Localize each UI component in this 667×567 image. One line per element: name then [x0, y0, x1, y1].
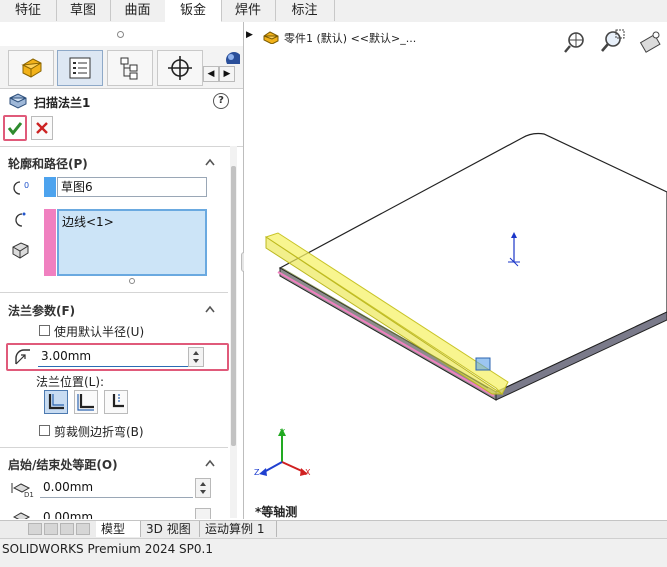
part-icon — [263, 31, 279, 44]
start-offset-icon: D1 — [11, 483, 34, 498]
last-tab-arrow-icon[interactable] — [76, 523, 90, 535]
bottom-tab-strip: 模型 3D 视图 运动算例 1 — [0, 520, 667, 538]
svg-text:0: 0 — [24, 181, 29, 190]
trim-side-bends-checkbox[interactable] — [39, 425, 50, 436]
end-offset-spinner[interactable] — [195, 508, 211, 519]
tab-sheet-metal[interactable]: 钣金 — [165, 0, 222, 22]
start-offset-spinner[interactable] — [195, 478, 211, 498]
tab-weldments[interactable]: 焊件 — [221, 0, 276, 21]
path-icon — [15, 212, 26, 227]
svg-text:D1: D1 — [24, 491, 34, 498]
bend-outside-icon — [112, 394, 124, 408]
end-offset-input[interactable]: 0.00mm — [40, 508, 193, 519]
divider — [0, 146, 243, 147]
dimxpert-icon — [168, 56, 192, 80]
collapse-chevron-icon[interactable] — [205, 157, 215, 167]
previous-view-icon[interactable] — [636, 28, 664, 56]
use-default-radius-checkbox[interactable] — [39, 325, 50, 336]
bend-radius-spinner[interactable] — [188, 347, 204, 367]
resize-handle[interactable] — [129, 278, 135, 284]
end-offset-row: 0.00mm — [0, 505, 230, 519]
material-outside-icon — [77, 394, 94, 411]
ok-button[interactable] — [3, 115, 27, 141]
profile-sketch-marker[interactable] — [475, 357, 491, 371]
divider — [0, 292, 228, 293]
zoom-to-fit-icon[interactable] — [562, 28, 590, 56]
bend-radius-icon — [15, 349, 30, 365]
feature-tree-flyout-label[interactable]: 零件1 (默认) <<默认>_... — [284, 30, 416, 46]
graphics-area[interactable]: ▶ 零件1 (默认) <<默认>_... *等轴测 Y X Z — [244, 22, 667, 519]
model-view[interactable] — [244, 22, 667, 519]
collapse-chevron-icon[interactable] — [205, 458, 215, 468]
position-bend-outside-button[interactable] — [104, 390, 128, 414]
start-offset-input[interactable]: 0.00mm — [40, 478, 193, 498]
tab-scroll-left-button[interactable]: ◀ — [203, 66, 219, 82]
panel-scrollbar-thumb[interactable] — [231, 166, 236, 446]
configuration-manager-icon — [120, 57, 138, 80]
view-orientation-label: *等轴测 — [255, 505, 298, 519]
path-selection-box[interactable]: 边线<1> — [57, 209, 207, 276]
configuration-manager-tab[interactable] — [107, 50, 153, 86]
tab-sketch[interactable]: 草图 — [56, 0, 111, 21]
close-icon — [36, 122, 48, 134]
flange-position-label: 法兰位置(L): — [36, 375, 105, 389]
collapse-chevron-icon[interactable] — [205, 304, 215, 314]
axis-y-label: Y — [280, 428, 285, 437]
expand-tree-arrow-icon[interactable]: ▶ — [246, 30, 256, 40]
first-tab-arrow-icon[interactable] — [28, 523, 42, 535]
status-bar: SOLIDWORKS Premium 2024 SP0.1 — [0, 538, 667, 567]
tab-surfaces[interactable]: 曲面 — [110, 0, 166, 21]
profile-color-swatch — [44, 177, 56, 197]
spinner-arrows-icon — [200, 482, 206, 494]
panel-tab-strip: ◀ ▶ — [0, 46, 243, 89]
tab-features[interactable]: 特征 — [0, 0, 57, 21]
material-inside-icon — [48, 394, 64, 410]
status-text: SOLIDWORKS Premium 2024 SP0.1 — [2, 542, 213, 556]
tab-annotation[interactable]: 标注 — [275, 0, 335, 21]
position-material-outside-button[interactable] — [74, 390, 98, 414]
spinner-arrows-icon — [193, 351, 199, 363]
flange-params-section-title: 法兰参数(F) — [8, 304, 76, 318]
position-material-inside-button[interactable] — [44, 390, 68, 414]
panel-scrollbar[interactable] — [230, 146, 237, 518]
path-color-swatch — [44, 209, 56, 276]
zoom-to-area-icon[interactable] — [598, 28, 626, 56]
check-icon — [7, 122, 23, 135]
profile-icon: 0 — [13, 181, 29, 195]
divider — [0, 447, 228, 448]
offset-section-title: 启始/结束处等距(O) — [8, 458, 118, 472]
trim-side-bends-label: 剪裁侧边折弯(B) — [54, 425, 144, 439]
tab-scroll-right-button[interactable]: ▶ — [219, 66, 235, 82]
profile-selection-box[interactable]: 草图6 — [57, 177, 207, 197]
plate-top-face[interactable] — [278, 132, 667, 393]
path-selection-item[interactable]: 边线<1> — [62, 215, 114, 229]
cancel-button[interactable] — [31, 116, 53, 140]
display-manager-tab[interactable] — [222, 50, 240, 64]
tab-motion-study[interactable]: 运动算例 1 — [200, 521, 277, 537]
profile-path-section-title: 轮廓和路径(P) — [8, 157, 88, 171]
tab-model[interactable]: 模型 — [96, 521, 141, 537]
property-manager-icon — [69, 57, 91, 79]
axis-x-label: X — [305, 468, 311, 477]
prev-tab-arrow-icon[interactable] — [44, 523, 58, 535]
display-manager-icon — [226, 52, 240, 64]
command-manager-tabs: 特征 草图 曲面 钣金 焊件 标注 — [0, 0, 667, 23]
use-default-radius-label: 使用默认半径(U) — [54, 325, 145, 339]
next-tab-arrow-icon[interactable] — [60, 523, 74, 535]
tab-nav-arrows[interactable] — [28, 523, 90, 535]
feature-manager-tab[interactable] — [8, 50, 54, 86]
tab-3d-view[interactable]: 3D 视图 — [141, 521, 200, 537]
help-button[interactable]: ? — [213, 93, 229, 109]
bend-radius-input[interactable]: 3.00mm — [38, 347, 188, 367]
axis-z-label: Z — [254, 468, 260, 477]
feature-title: 扫描法兰1 — [34, 96, 91, 110]
property-manager-tab[interactable] — [57, 50, 103, 86]
feature-manager-icon — [21, 58, 42, 78]
dimxpert-tab[interactable] — [157, 50, 203, 86]
panel-splitter-handle[interactable] — [117, 31, 124, 38]
end-offset-icon — [12, 512, 31, 519]
swept-flange-icon — [9, 93, 27, 109]
part-edge-icon — [12, 242, 29, 259]
